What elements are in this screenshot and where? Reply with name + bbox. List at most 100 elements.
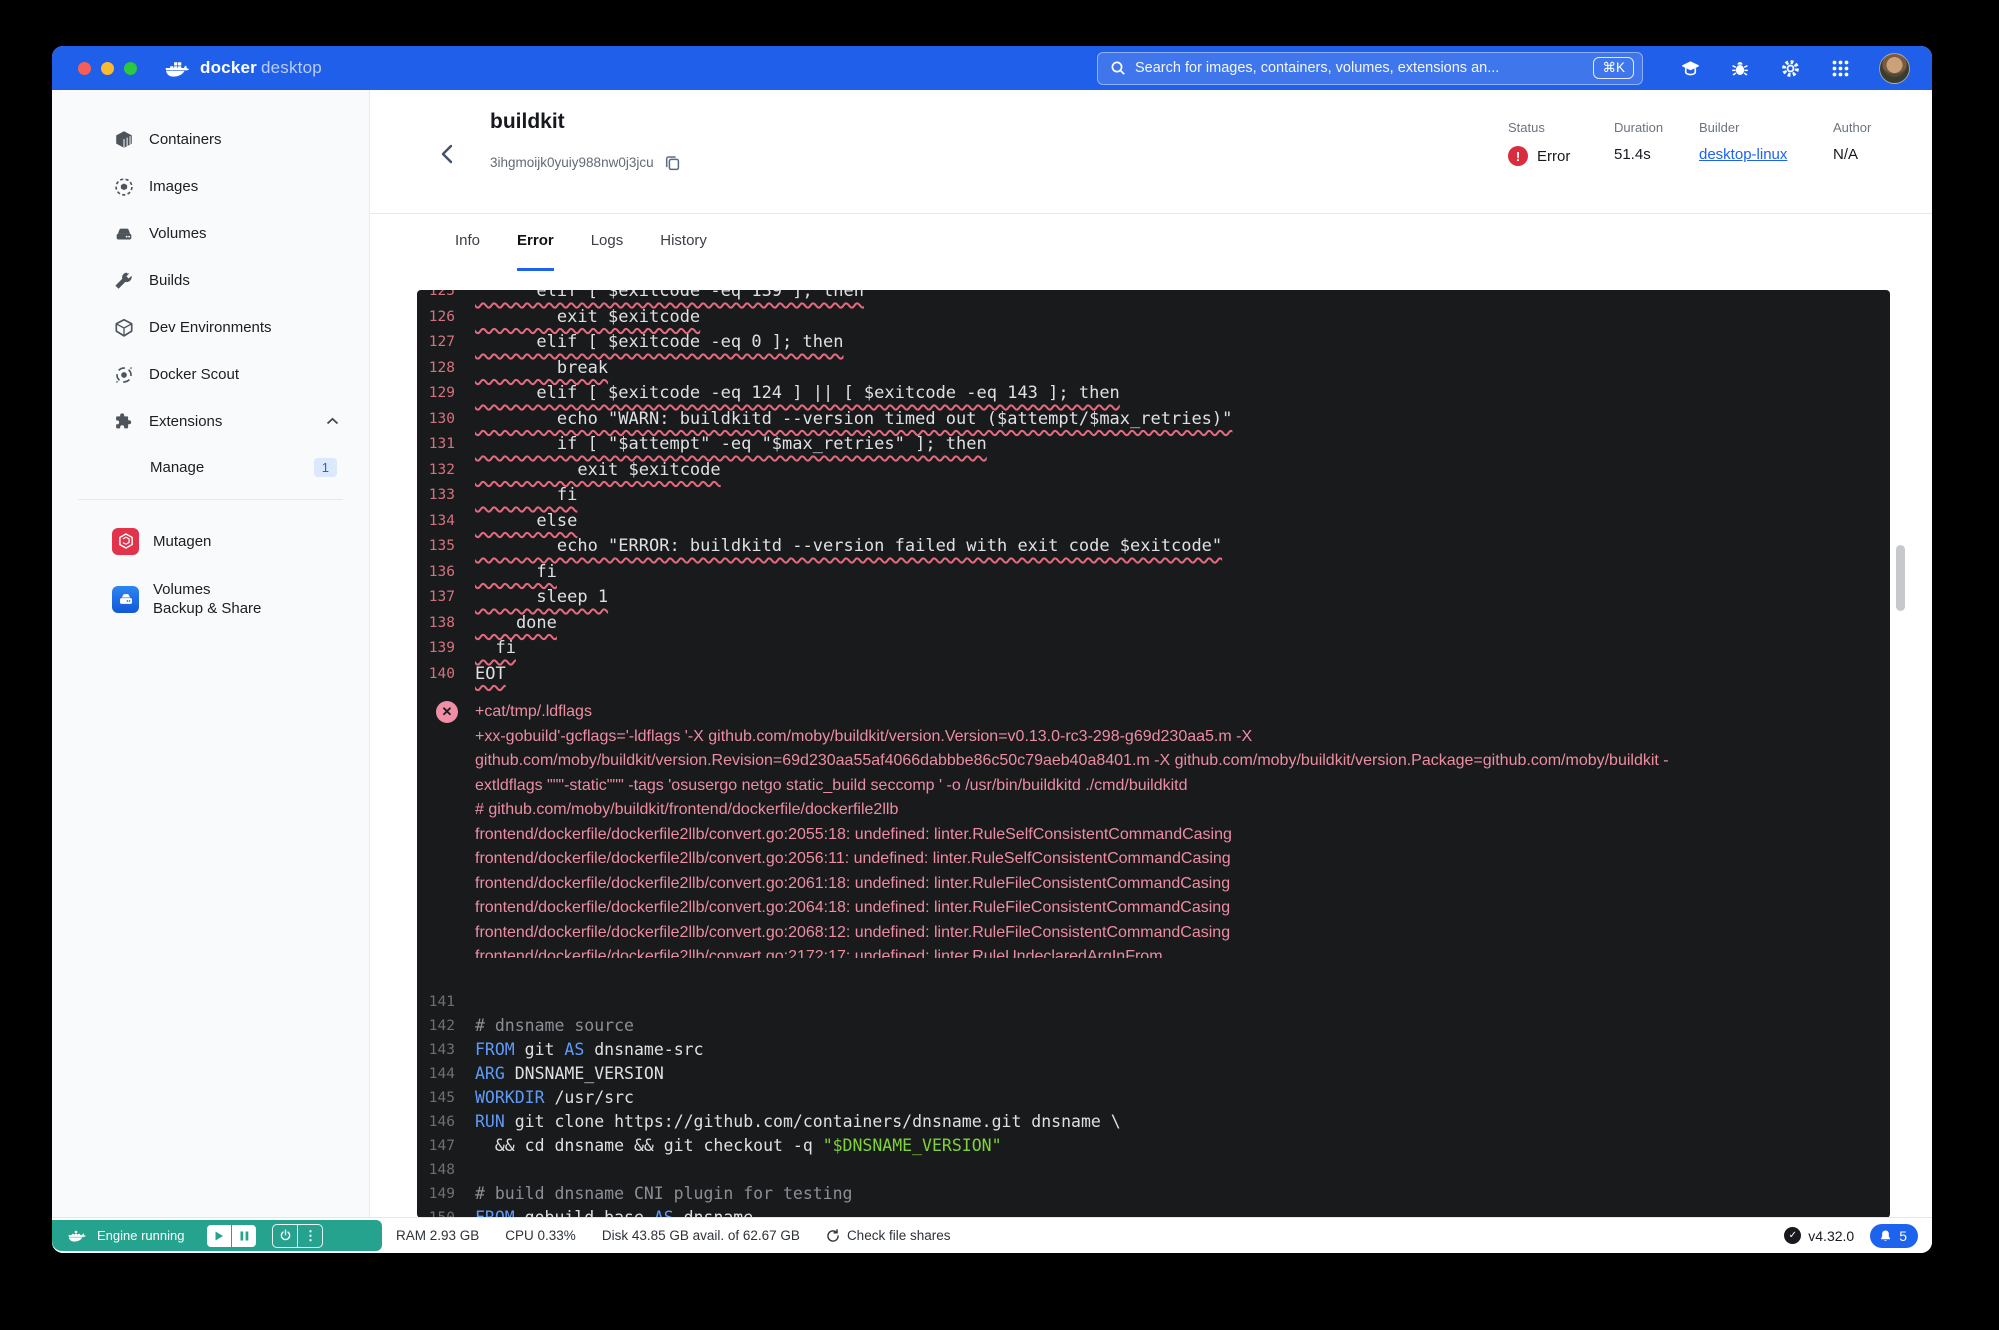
sidebar: Containers Images Volumes Builds Dev Env… [52,90,370,1217]
line-number: 131 [428,436,455,452]
manage-label: Manage [150,458,205,476]
line-number: 145 [428,1090,455,1106]
code-text: # build dnsname CNI plugin for testing [475,1184,853,1203]
sidebar-item-volumes[interactable]: Volumes [52,210,369,257]
error-line: +cat/tmp/.ldflags [475,703,592,720]
settings-gear-icon[interactable] [1779,57,1801,79]
bug-report-icon[interactable] [1729,57,1751,79]
tab-error[interactable]: Error [517,213,554,271]
code-line: 138 done [417,611,1890,637]
sidebar-item-label: Containers [149,131,222,148]
line-number: 140 [428,665,455,682]
code-line: 143 FROM git AS dnsname-src [417,1038,1890,1062]
line-number: 146 [428,1114,455,1130]
ram-usage: RAM 2.93 GB [396,1228,480,1243]
global-search-input[interactable]: Search for images, containers, volumes, … [1097,51,1643,85]
pause-engine-button[interactable] [232,1224,257,1247]
cpu-usage: CPU 0.33% [505,1228,576,1243]
code-text: echo "ERROR: buildkitd --version failed … [475,536,1223,556]
sidebar-item-mutagen[interactable]: Mutagen [52,512,369,570]
dev-environments-icon [112,316,136,340]
meta-builder: Builder desktop-linux [1699,120,1787,163]
page-title: buildkit [490,110,565,133]
close-window-button[interactable] [78,61,91,75]
learning-center-icon[interactable] [1679,57,1701,79]
sidebar-item-extensions[interactable]: Extensions [52,398,369,445]
build-error-panel[interactable]: 125 elif [ $exitcode -eq 139 ]; then 126 … [417,290,1890,1218]
line-number: 125 [428,290,455,299]
code-line: 144 ARG DNSNAME_VERSION [417,1062,1890,1086]
sidebar-item-manage-extensions[interactable]: Manage 1 [52,445,369,489]
code-text: fi [475,485,578,505]
sidebar-item-volumes-backup[interactable]: Volumes Backup & Share [52,570,369,628]
sidebar-item-docker-scout[interactable]: Docker Scout [52,351,369,398]
line-number: 137 [428,589,455,605]
meta-label: Builder [1699,120,1740,135]
code-line: 130 echo "WARN: buildkitd --version time… [417,407,1890,433]
copy-icon[interactable] [664,154,681,171]
builder-link[interactable]: desktop-linux [1699,146,1787,163]
images-icon [112,175,136,199]
code-line: 142 # dnsname source [417,1014,1890,1038]
sidebar-item-builds[interactable]: Builds [52,257,369,304]
line-number: 136 [428,563,455,580]
code-text: else [475,510,578,531]
apps-grid-icon[interactable] [1829,57,1851,79]
sidebar-item-label: Extensions [149,413,223,430]
sync-icon [827,1228,839,1242]
containers-icon [112,128,136,152]
sidebar-item-images[interactable]: Images [52,163,369,210]
code-text: ARG DNSNAME_VERSION [475,1064,664,1083]
vertical-scrollbar-thumb[interactable] [1896,545,1905,611]
user-avatar[interactable] [1879,52,1910,84]
code-text: RUN git clone https://github.com/contain… [475,1112,1121,1131]
sidebar-item-label: Dev Environments [149,319,272,336]
line-number: 138 [428,614,455,631]
engine-more-options-button[interactable]: ⋮ [298,1225,322,1247]
line-number: 135 [428,538,455,554]
code-text: sleep 1 [475,587,609,607]
docker-whale-icon [165,61,190,77]
line-number: 147 [428,1138,455,1154]
error-line: github.com/moby/buildkit/version.Revisio… [475,752,1669,769]
titlebar: docker desktop Search for images, contain… [52,46,1932,90]
code-text: fi [475,638,516,658]
error-line: frontend/dockerfile/dockerfile2llb/conve… [475,825,1232,843]
tab-bar: Info Error Logs History [455,213,707,271]
code-line: 126 exit $exitcode [417,305,1890,331]
meta-label: Author [1833,120,1872,135]
code-line: 149 # build dnsname CNI plugin for testin… [417,1182,1890,1206]
tab-logs[interactable]: Logs [591,213,624,271]
sidebar-item-containers[interactable]: Containers [52,116,369,163]
error-status-icon: ! [1508,146,1528,166]
code-line: 147 && cd dnsname && git checkout -q "$D… [417,1134,1890,1158]
search-shortcut-badge: ⌘K [1593,57,1634,79]
error-line: frontend/dockerfile/dockerfile2llb/conve… [475,874,1231,892]
resume-engine-button[interactable] [207,1224,233,1247]
tab-history[interactable]: History [660,213,707,271]
code-line: 145 WORKDIR /usr/src [417,1086,1890,1110]
back-button[interactable] [436,142,462,168]
duration-value: 51.4s [1614,146,1651,163]
sidebar-item-label: Docker Scout [149,366,240,383]
code-line: 125 elif [ $exitcode -eq 139 ]; then [417,290,1890,305]
meta-duration: Duration 51.4s [1614,120,1663,163]
check-file-shares-button[interactable]: Check file shares [826,1228,950,1243]
notifications-button[interactable]: 5 [1870,1223,1918,1248]
line-number: 133 [428,487,455,503]
engine-status-chip: Engine running ⋮ [52,1220,382,1251]
minimize-window-button[interactable] [101,61,114,75]
volumes-icon [112,222,136,246]
code-text: fi [475,561,557,582]
line-number: 126 [428,308,455,325]
stop-engine-button[interactable] [273,1224,299,1247]
code-line: 137 sleep 1 [417,585,1890,611]
code-line: 148 [417,1158,1890,1182]
zoom-window-button[interactable] [124,61,137,75]
code-line: 140 EOT [417,662,1890,688]
code-text: elif [ $exitcode -eq 0 ]; then [475,332,844,352]
error-line: frontend/dockerfile/dockerfile2llb/conve… [475,850,1231,867]
tab-info[interactable]: Info [455,213,480,271]
volumes-backup-icon [112,585,139,613]
sidebar-item-dev-environments[interactable]: Dev Environments [52,304,369,351]
